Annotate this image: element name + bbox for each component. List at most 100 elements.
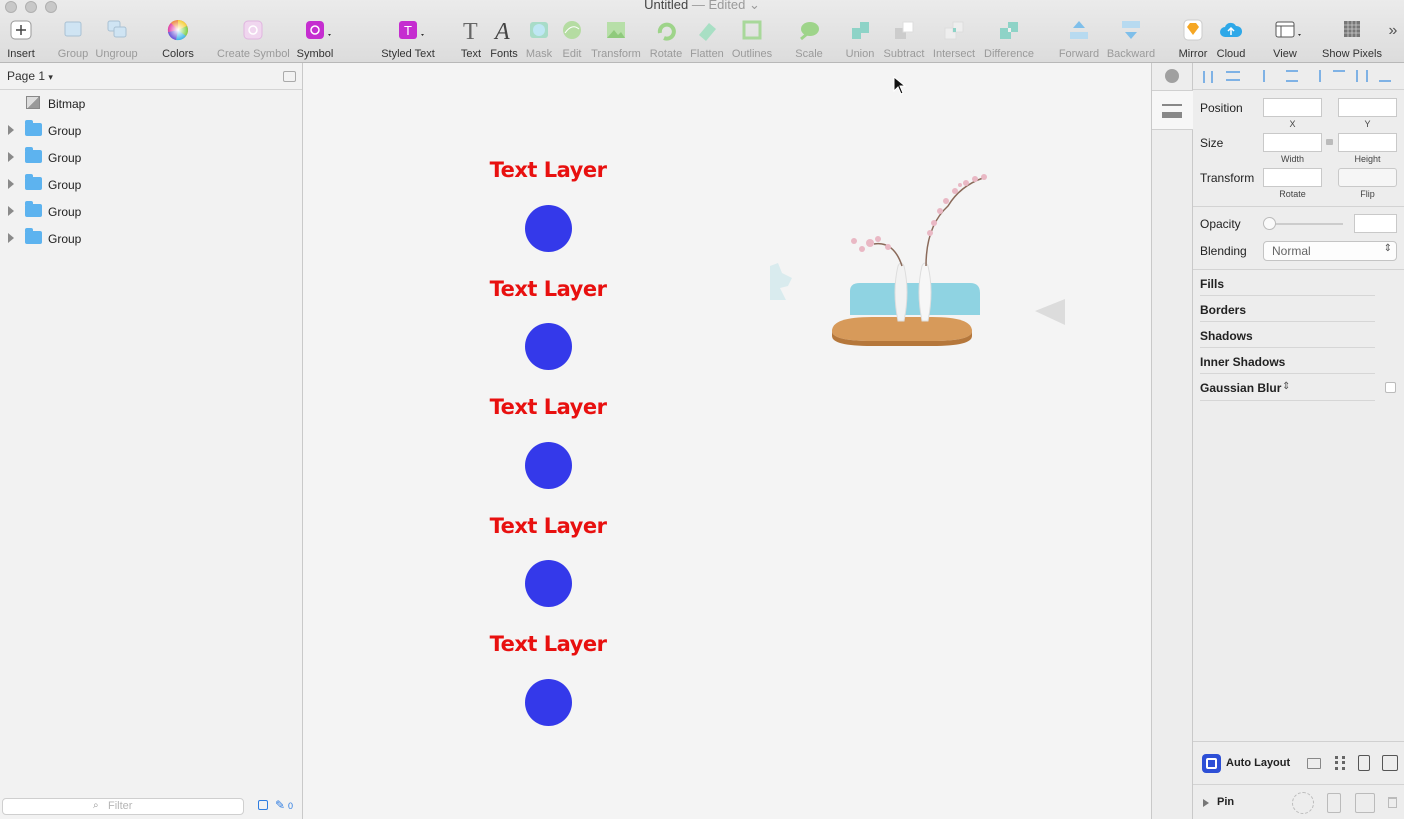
folder-icon xyxy=(25,120,42,136)
lock-icon[interactable] xyxy=(1326,139,1333,145)
layer-row-group[interactable]: Group xyxy=(0,225,302,252)
blue-circle[interactable] xyxy=(525,679,572,726)
cloud-button[interactable]: Cloud xyxy=(1214,19,1248,61)
opacity-field[interactable] xyxy=(1354,214,1397,233)
symbols-filter-icon[interactable] xyxy=(258,800,268,810)
mirror-button[interactable]: Mirror xyxy=(1176,19,1210,61)
opacity-slider-knob[interactable] xyxy=(1263,217,1276,230)
flatten-button[interactable]: Flatten xyxy=(689,19,725,61)
disclosure-triangle-icon[interactable] xyxy=(8,179,14,189)
disclosure-triangle-icon[interactable] xyxy=(8,152,14,162)
position-y-field[interactable] xyxy=(1338,98,1397,117)
plugin-panel: Auto Layout Pin xyxy=(1193,741,1404,819)
page-selector[interactable]: Page 1 ▾ xyxy=(0,63,302,90)
align-top-icon[interactable] xyxy=(1333,70,1345,82)
intersect-button[interactable]: Intersect xyxy=(932,19,976,61)
rotate-button[interactable]: Rotate xyxy=(648,19,684,61)
layer-row-group[interactable]: Group xyxy=(0,117,302,144)
pin-horizontal-icon[interactable] xyxy=(1327,793,1341,813)
transform-button[interactable]: Transform xyxy=(590,19,642,61)
edit-button[interactable]: Edit xyxy=(558,19,586,61)
grid-icon[interactable] xyxy=(1335,756,1345,770)
text-layer[interactable]: Text Layer xyxy=(468,514,628,538)
distribute-horizontal-icon[interactable] xyxy=(1203,71,1213,83)
outlines-icon xyxy=(740,19,764,41)
device-preview-icon[interactable] xyxy=(1382,755,1398,771)
layer-filter-input[interactable]: ⌕ Filter xyxy=(2,798,244,815)
fills-section[interactable]: Fills xyxy=(1200,270,1375,296)
blue-circle[interactable] xyxy=(525,560,572,607)
layers-panel: Page 1 ▾ Bitmap Group Group Group Group … xyxy=(0,63,303,819)
width-field[interactable] xyxy=(1263,133,1322,152)
pin-edges-icon[interactable] xyxy=(1292,792,1314,814)
chevron-updown-icon[interactable]: ⇕ xyxy=(1282,381,1290,392)
disclosure-triangle-icon[interactable] xyxy=(8,233,14,243)
colors-button[interactable]: Colors xyxy=(158,19,198,61)
sketch-window: Untitled — Edited ⌄ Insert Group Ungroup… xyxy=(0,0,1404,819)
toolbar-overflow-icon[interactable]: » xyxy=(1385,22,1401,64)
align-bottom-icon[interactable] xyxy=(1379,70,1391,82)
blue-circle[interactable] xyxy=(525,323,572,370)
show-pixels-button[interactable]: Show Pixels xyxy=(1320,19,1384,61)
gaussian-blur-checkbox[interactable] xyxy=(1385,382,1396,393)
text-layer[interactable]: Text Layer xyxy=(468,158,628,182)
mask-button[interactable]: Mask xyxy=(524,19,554,61)
text-layer[interactable]: Text Layer xyxy=(468,277,628,301)
blue-circle[interactable] xyxy=(525,442,572,489)
device-resize-icon[interactable] xyxy=(1358,755,1370,771)
page-collapse-icon[interactable] xyxy=(283,71,296,82)
forward-button[interactable]: Forward xyxy=(1058,19,1100,61)
layout-tab[interactable] xyxy=(1152,90,1193,130)
bitmap-vase-image[interactable] xyxy=(770,171,1070,356)
layer-row-group[interactable]: Group xyxy=(0,198,302,225)
trash-icon[interactable] xyxy=(1388,797,1397,808)
insert-button[interactable]: Insert xyxy=(4,19,38,61)
layer-row-group[interactable]: Group xyxy=(0,144,302,171)
align-right-icon[interactable] xyxy=(1309,70,1321,82)
edited-filter-icon[interactable]: ✎ xyxy=(275,798,285,812)
symbol-button[interactable]: Symbol xyxy=(296,19,334,61)
fonts-button[interactable]: A Fonts xyxy=(490,19,518,61)
scale-button[interactable]: Scale xyxy=(794,19,824,61)
group-button[interactable]: Group xyxy=(56,19,90,61)
blue-circle[interactable] xyxy=(525,205,572,252)
canvas[interactable]: Text Layer Text Layer Text Layer Text La… xyxy=(304,63,1151,819)
flatten-icon xyxy=(695,19,719,41)
difference-button[interactable]: Difference xyxy=(983,19,1035,61)
outlines-button[interactable]: Outlines xyxy=(730,19,774,61)
disclosure-triangle-icon[interactable] xyxy=(8,206,14,216)
text-button[interactable]: T Text xyxy=(457,19,485,61)
layer-row-group[interactable]: Group xyxy=(0,171,302,198)
union-button[interactable]: Union xyxy=(845,19,875,61)
height-field[interactable] xyxy=(1338,133,1397,152)
align-middle-icon[interactable] xyxy=(1356,70,1368,82)
blending-select[interactable]: Normal ⇕ xyxy=(1263,241,1397,261)
pin-vertical-icon[interactable] xyxy=(1355,793,1375,813)
folder-icon[interactable] xyxy=(1307,758,1321,769)
position-x-field[interactable] xyxy=(1263,98,1322,117)
borders-section[interactable]: Borders xyxy=(1200,296,1375,322)
flip-buttons[interactable] xyxy=(1338,168,1397,187)
text-layer[interactable]: Text Layer xyxy=(468,395,628,419)
divider xyxy=(1193,206,1404,207)
subtract-button[interactable]: Subtract xyxy=(883,19,925,61)
distribute-vertical-icon[interactable] xyxy=(1226,71,1240,81)
backward-button[interactable]: Backward xyxy=(1106,19,1156,61)
auto-layout-label[interactable]: Auto Layout xyxy=(1226,757,1290,769)
opacity-slider[interactable] xyxy=(1265,223,1343,225)
styled-text-button[interactable]: T Styled Text xyxy=(380,19,436,61)
layer-row-bitmap[interactable]: Bitmap xyxy=(0,90,302,117)
rotate-field[interactable] xyxy=(1263,168,1322,187)
view-button[interactable]: View xyxy=(1268,19,1302,61)
text-layer[interactable]: Text Layer xyxy=(468,632,628,656)
align-center-icon[interactable] xyxy=(1286,70,1298,82)
pin-disclosure-icon[interactable] xyxy=(1203,799,1209,807)
disclosure-triangle-icon[interactable] xyxy=(8,125,14,135)
create-symbol-button[interactable]: Create Symbol xyxy=(217,19,290,61)
ungroup-button[interactable]: Ungroup xyxy=(94,19,139,61)
style-tab-icon[interactable] xyxy=(1165,69,1179,83)
align-left-icon[interactable] xyxy=(1263,70,1275,82)
inner-shadows-section[interactable]: Inner Shadows xyxy=(1200,348,1375,374)
pin-label[interactable]: Pin xyxy=(1217,796,1234,808)
shadows-section[interactable]: Shadows xyxy=(1200,322,1375,348)
